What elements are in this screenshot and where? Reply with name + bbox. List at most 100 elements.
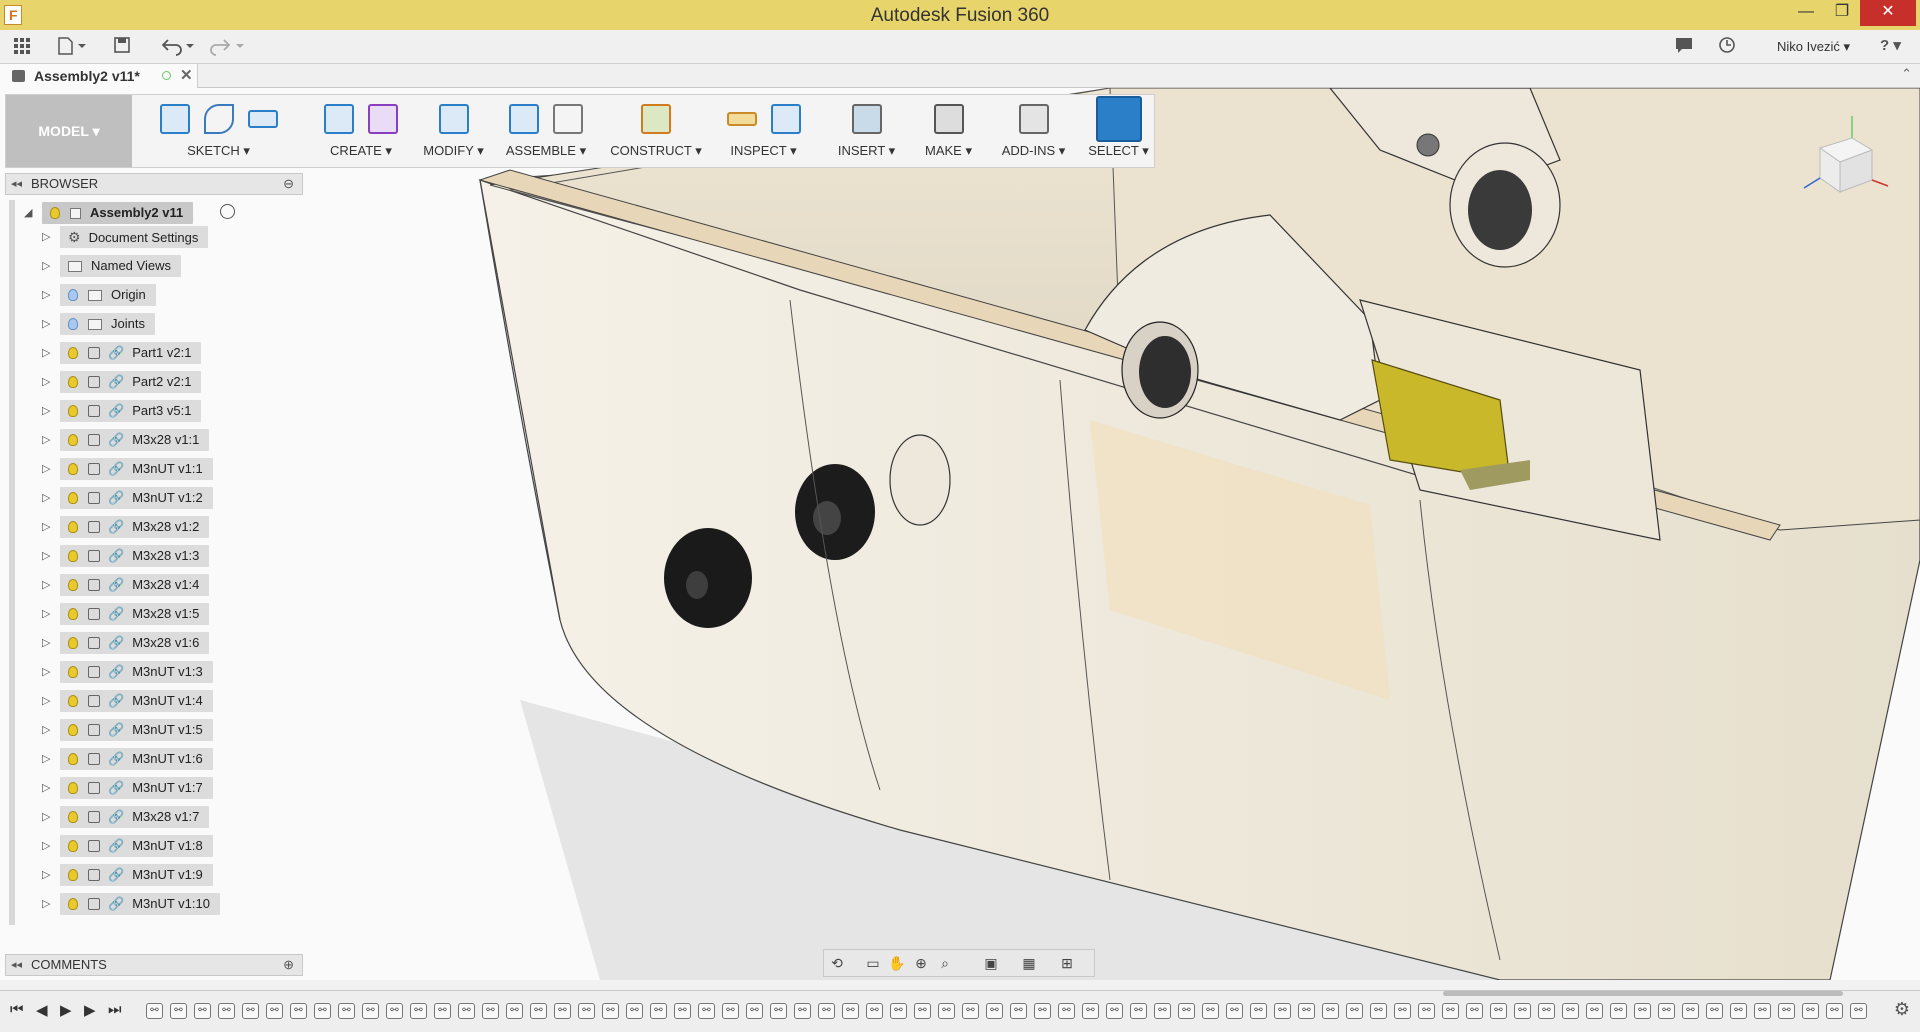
- tree-item[interactable]: ▷ 🔗 M3nUT v1:10: [8, 891, 298, 916]
- data-panel-grid-icon[interactable]: [12, 36, 32, 58]
- expand-chevron-icon[interactable]: ▷: [42, 375, 50, 388]
- timeline-joint-icon[interactable]: ⚯: [1418, 1003, 1435, 1019]
- timeline-joint-icon[interactable]: ⚯: [1514, 1003, 1531, 1019]
- timeline-joint-icon[interactable]: ⚯: [818, 1003, 835, 1019]
- timeline-joint-icon[interactable]: ⚯: [1562, 1003, 1579, 1019]
- timeline-joint-icon[interactable]: ⚯: [770, 1003, 787, 1019]
- timeline-joint-icon[interactable]: ⚯: [554, 1003, 571, 1019]
- step-forward-icon[interactable]: ▶: [84, 1001, 96, 1019]
- tree-root[interactable]: ◢ Assembly2 v11: [8, 200, 298, 225]
- visibility-bulb-icon[interactable]: [68, 608, 78, 620]
- visibility-bulb-icon[interactable]: [68, 724, 78, 736]
- user-account-menu[interactable]: Niko Ivezić ▾: [1777, 39, 1850, 55]
- expand-chevron-icon[interactable]: ▷: [42, 462, 50, 475]
- assemble-menu[interactable]: ASSEMBLE ▾: [496, 143, 596, 159]
- expand-chevron-icon[interactable]: ▷: [42, 897, 50, 910]
- tree-item-pill[interactable]: Named Views: [60, 255, 181, 277]
- visibility-bulb-icon[interactable]: [68, 637, 78, 649]
- timeline-joint-icon[interactable]: ⚯: [530, 1003, 547, 1019]
- scripts-icon[interactable]: [1018, 104, 1049, 134]
- visibility-bulb-icon[interactable]: [68, 521, 78, 533]
- timeline-joint-icon[interactable]: ⚯: [146, 1003, 163, 1019]
- timeline-joint-icon[interactable]: ⚯: [914, 1003, 931, 1019]
- timeline-joint-icon[interactable]: ⚯: [1250, 1003, 1267, 1019]
- timeline-joint-icon[interactable]: ⚯: [194, 1003, 211, 1019]
- redo-icon[interactable]: [210, 36, 246, 58]
- collapse-comments-icon[interactable]: ◂◂: [11, 955, 22, 975]
- tree-item-pill[interactable]: Origin: [60, 284, 156, 306]
- collapse-browser-icon[interactable]: ◂◂: [11, 174, 22, 194]
- modify-menu[interactable]: MODIFY ▾: [416, 143, 491, 159]
- create-sketch-icon[interactable]: [159, 104, 190, 134]
- inspect-menu[interactable]: INSPECT ▾: [716, 143, 811, 159]
- tree-item[interactable]: ▷ ⚙ Document Settings: [8, 224, 298, 249]
- timeline-joint-icon[interactable]: ⚯: [1298, 1003, 1315, 1019]
- look-at-icon[interactable]: ▭: [864, 954, 882, 972]
- timeline-joint-icon[interactable]: ⚯: [1490, 1003, 1507, 1019]
- timeline-joint-icon[interactable]: ⚯: [1274, 1003, 1291, 1019]
- expand-chevron-icon[interactable]: ▷: [42, 259, 50, 272]
- timeline-joint-icon[interactable]: ⚯: [410, 1003, 427, 1019]
- tree-item-pill[interactable]: 🔗 M3nUT v1:4: [60, 690, 213, 712]
- tree-item[interactable]: ▷ Joints: [8, 311, 298, 336]
- timeline-joint-icon[interactable]: ⚯: [362, 1003, 379, 1019]
- timeline-joint-icon[interactable]: ⚯: [626, 1003, 643, 1019]
- tree-item-pill[interactable]: 🔗 Part2 v2:1: [60, 371, 202, 393]
- visibility-bulb-icon[interactable]: [68, 811, 78, 823]
- orbit-icon[interactable]: ⟲: [828, 954, 846, 972]
- timeline-joint-icon[interactable]: ⚯: [434, 1003, 451, 1019]
- section-analysis-icon[interactable]: [770, 104, 801, 134]
- expand-chevron-icon[interactable]: ▷: [42, 288, 50, 301]
- expand-chevron-icon[interactable]: ▷: [42, 346, 50, 359]
- timeline-joint-icon[interactable]: ⚯: [506, 1003, 523, 1019]
- timeline-joint-icon[interactable]: ⚯: [1850, 1003, 1867, 1019]
- tree-item[interactable]: ▷ 🔗 M3nUT v1:1: [8, 456, 298, 481]
- rectangle-icon[interactable]: [247, 110, 278, 128]
- save-icon[interactable]: [113, 36, 131, 58]
- timeline-joint-icon[interactable]: ⚯: [722, 1003, 739, 1019]
- insert-image-icon[interactable]: [851, 104, 882, 134]
- view-cube[interactable]: [1800, 108, 1890, 198]
- visibility-bulb-icon[interactable]: [68, 347, 78, 359]
- timeline-joint-icon[interactable]: ⚯: [1154, 1003, 1171, 1019]
- expand-chevron-icon[interactable]: ▷: [42, 404, 50, 417]
- expand-chevron-icon[interactable]: ▷: [42, 491, 50, 504]
- tree-item[interactable]: ▷ Named Views: [8, 253, 298, 278]
- expand-chevron-icon[interactable]: ▷: [42, 752, 50, 765]
- 3d-print-icon[interactable]: [933, 104, 964, 134]
- expand-chevron-icon[interactable]: ▷: [42, 636, 50, 649]
- tree-item-pill[interactable]: 🔗 Part1 v2:1: [60, 342, 202, 364]
- timeline-joint-icon[interactable]: ⚯: [1106, 1003, 1123, 1019]
- tree-item-pill[interactable]: 🔗 M3x28 v1:3: [60, 545, 210, 567]
- tree-item[interactable]: ▷ 🔗 Part2 v2:1: [8, 369, 298, 394]
- close-window-button[interactable]: ✕: [1860, 0, 1916, 26]
- expand-chevron-icon[interactable]: ▷: [42, 723, 50, 736]
- visibility-bulb-icon[interactable]: [68, 289, 78, 301]
- timeline-joint-icon[interactable]: ⚯: [938, 1003, 955, 1019]
- sketch-menu[interactable]: SKETCH ▾: [136, 143, 301, 159]
- tree-item[interactable]: ▷ 🔗 Part3 v5:1: [8, 398, 298, 423]
- expand-chevron-icon[interactable]: ▷: [42, 433, 50, 446]
- timeline-joint-icon[interactable]: ⚯: [1082, 1003, 1099, 1019]
- file-menu-icon[interactable]: [56, 36, 88, 58]
- visibility-bulb-icon[interactable]: [68, 840, 78, 852]
- timeline-joint-icon[interactable]: ⚯: [242, 1003, 259, 1019]
- workspace-switcher[interactable]: MODEL ▾: [6, 95, 132, 167]
- timeline-joint-icon[interactable]: ⚯: [842, 1003, 859, 1019]
- tree-item-pill[interactable]: 🔗 M3nUT v1:5: [60, 719, 213, 741]
- timeline-joint-icon[interactable]: ⚯: [1610, 1003, 1627, 1019]
- tree-item-pill[interactable]: 🔗 M3nUT v1:3: [60, 661, 213, 683]
- tree-item[interactable]: ▷ 🔗 M3nUT v1:2: [8, 485, 298, 510]
- tree-item-pill[interactable]: 🔗 Part3 v5:1: [60, 400, 202, 422]
- tree-item-pill[interactable]: 🔗 M3x28 v1:7: [60, 806, 210, 828]
- timeline-joint-icon[interactable]: ⚯: [218, 1003, 235, 1019]
- tree-item-pill[interactable]: 🔗 M3x28 v1:6: [60, 632, 210, 654]
- offset-plane-icon[interactable]: [641, 104, 671, 134]
- visibility-bulb-icon[interactable]: [68, 434, 78, 446]
- expand-chevron-icon[interactable]: ▷: [42, 839, 50, 852]
- spline-icon[interactable]: [203, 104, 234, 134]
- tree-item[interactable]: ▷ Origin: [8, 282, 298, 307]
- expand-chevron-icon[interactable]: ▷: [42, 665, 50, 678]
- visibility-bulb-icon[interactable]: [68, 579, 78, 591]
- expand-chevron-icon[interactable]: ▷: [42, 868, 50, 881]
